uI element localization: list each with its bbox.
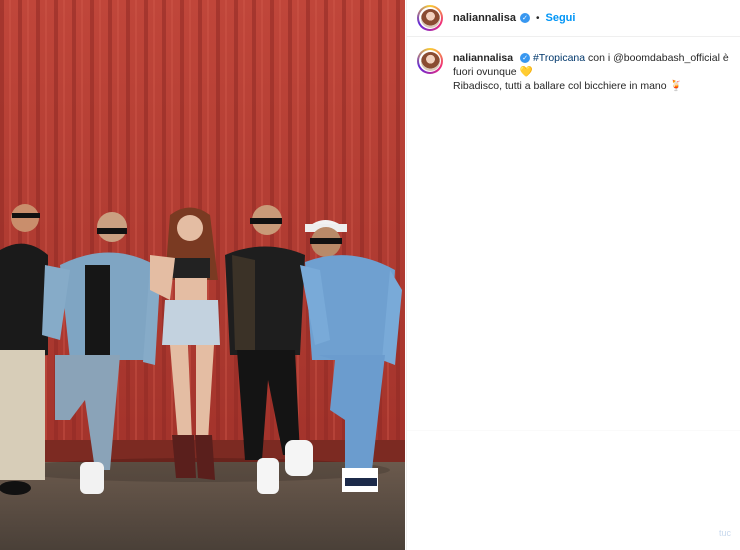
faint-watermark-text: tuc bbox=[718, 528, 731, 538]
mention-link[interactable]: @boomdabash_official bbox=[613, 52, 720, 64]
post-photo-svg bbox=[0, 0, 405, 550]
hashtag-link[interactable]: #Tropicana bbox=[533, 52, 585, 64]
post-side-panel: naliannalisa ✓ • Segui naliannalisa ✓ #T… bbox=[406, 0, 740, 550]
caption-text-mid: con i bbox=[585, 52, 614, 64]
verified-badge-icon: ✓ bbox=[519, 13, 530, 23]
post-header: naliannalisa ✓ • Segui bbox=[407, 0, 740, 37]
instagram-post-view: naliannalisa ✓ • Segui naliannalisa ✓ #T… bbox=[0, 0, 740, 550]
caption-avatar-image bbox=[420, 51, 440, 71]
author-avatar[interactable] bbox=[417, 5, 443, 31]
caption-avatar[interactable] bbox=[417, 48, 443, 74]
post-photo[interactable] bbox=[0, 0, 405, 550]
caption-text: naliannalisa ✓ #Tropicana con i @boomdab… bbox=[453, 51, 731, 94]
yellow-heart-emoji: 💛 bbox=[519, 66, 533, 79]
caption-avatar-ring-inner bbox=[419, 50, 441, 72]
caption-line-2: Ribadisco, tutti a ballare col bicchiere… bbox=[453, 80, 670, 93]
author-username[interactable]: naliannalisa bbox=[453, 12, 516, 24]
tropical-drink-emoji: 🍹 bbox=[669, 80, 683, 93]
caption-comment: naliannalisa ✓ #Tropicana con i @boomdab… bbox=[407, 37, 740, 94]
divider bbox=[407, 430, 740, 431]
caption-username[interactable]: naliannalisa bbox=[453, 52, 513, 64]
follow-button[interactable]: Segui bbox=[546, 12, 576, 24]
caption-verified-badge-icon: ✓ bbox=[520, 53, 531, 64]
avatar-ring-inner bbox=[419, 7, 441, 29]
avatar-image bbox=[420, 8, 440, 28]
separator-dot: • bbox=[535, 12, 540, 24]
